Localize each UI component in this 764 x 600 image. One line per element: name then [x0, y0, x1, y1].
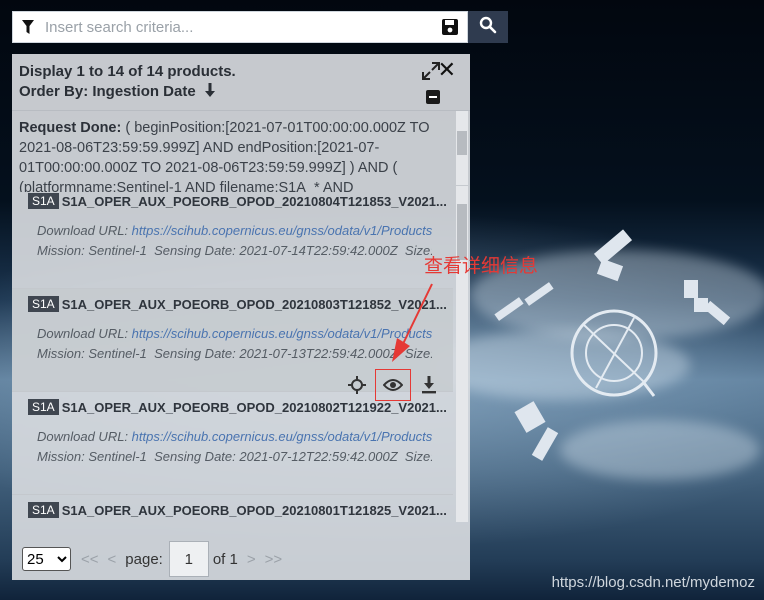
sensing-date-value: 2021-07-13T22:59:42.000Z — [239, 346, 398, 361]
panel-header: Display 1 to 14 of 14 products. Order By… — [12, 54, 470, 110]
annotation-arrow — [392, 283, 433, 362]
product-item[interactable]: S1A S1A_OPER_AUX_POEORB_OPOD_20210801T12… — [12, 495, 453, 522]
mission-badge: S1A — [28, 193, 59, 209]
search-bar — [12, 11, 510, 43]
mission-badge: S1A — [28, 296, 59, 312]
sensing-date-value: 2021-07-14T22:59:42.000Z — [239, 243, 398, 258]
request-summary: Request Done: ( beginPosition:[2021-07-0… — [12, 111, 470, 192]
minimize-icon[interactable] — [426, 90, 440, 104]
size-label: Size: 4 — [404, 449, 432, 464]
page-size-select[interactable]: 25 — [22, 547, 71, 571]
search-button[interactable] — [468, 11, 508, 43]
mission-badge: S1A — [28, 502, 59, 518]
download-url-label: Download URL: — [37, 326, 129, 341]
sensing-date-label: Sensing Date: — [154, 346, 236, 361]
page-label: page: — [125, 550, 163, 568]
mission-label: Mission: — [37, 346, 85, 361]
mission-value: Sentinel-1 — [88, 346, 147, 361]
order-by-row[interactable]: Order By: Ingestion Date — [19, 82, 463, 102]
download-url-row: Download URL: https://scihub.copernicus.… — [37, 223, 432, 238]
download-url-link[interactable]: https://scihub.copernicus.eu/gnss/odata/… — [132, 429, 432, 444]
product-item[interactable]: S1A S1A_OPER_AUX_POEORB_OPOD_20210802T12… — [12, 392, 453, 495]
search-box — [12, 11, 468, 43]
download-url-row: Download URL: https://scihub.copernicus.… — [37, 326, 432, 341]
product-item[interactable]: S1A S1A_OPER_AUX_POEORB_OPOD_20210804T12… — [12, 186, 453, 289]
download-url-row: Download URL: https://scihub.copernicus.… — [37, 429, 432, 444]
product-meta-row: Mission: Sentinel-1 Sensing Date: 2021-0… — [37, 346, 432, 361]
product-meta-row: Mission: Sentinel-1 Sensing Date: 2021-0… — [37, 243, 432, 258]
sensing-date-label: Sensing Date: — [154, 449, 236, 464]
download-url-link[interactable]: https://scihub.copernicus.eu/gnss/odata/… — [132, 223, 432, 238]
mission-badge: S1A — [28, 399, 59, 415]
product-name[interactable]: S1A_OPER_AUX_POEORB_OPOD_20210801T121825… — [62, 503, 447, 518]
page-total-label: of 1 — [212, 550, 238, 568]
mission-value: Sentinel-1 — [88, 243, 147, 258]
sensing-date-label: Sensing Date: — [154, 243, 236, 258]
order-by-text: Order By: Ingestion Date — [19, 83, 196, 100]
display-count-text: Display 1 to 14 of 14 products. — [19, 63, 236, 80]
product-name[interactable]: S1A_OPER_AUX_POEORB_OPOD_20210802T121922… — [62, 400, 447, 415]
mission-value: Sentinel-1 — [88, 449, 147, 464]
last-page-button[interactable]: >> — [265, 551, 283, 568]
search-icon — [479, 16, 497, 39]
sensing-date-value: 2021-07-12T22:59:42.000Z — [239, 449, 398, 464]
mission-label: Mission: — [37, 449, 85, 464]
first-page-button[interactable]: << — [81, 551, 99, 568]
close-icon[interactable]: ✕ — [438, 59, 456, 81]
arrow-down-icon — [200, 83, 216, 100]
download-url-label: Download URL: — [37, 223, 129, 238]
mission-label: Mission: — [37, 243, 85, 258]
pagination: 25 << < page: 1 of 1 > >> — [22, 541, 282, 577]
annotation-text: 查看详细信息 — [424, 256, 539, 277]
page-number-input[interactable]: 1 — [168, 541, 209, 577]
filter-icon[interactable] — [13, 19, 43, 35]
list-scrollbar[interactable] — [456, 186, 468, 522]
prev-page-button[interactable]: < — [108, 551, 117, 568]
next-page-button[interactable]: > — [247, 551, 256, 568]
request-label: Request Done: — [19, 120, 122, 136]
panel-controls: ✕ — [422, 59, 456, 106]
product-meta-row: Mission: Sentinel-1 Sensing Date: 2021-0… — [37, 449, 432, 464]
download-url-label: Download URL: — [37, 429, 129, 444]
watermark-text: https://blog.csdn.net/mydemoz — [551, 574, 755, 591]
request-scrollbar[interactable] — [456, 111, 468, 185]
search-input[interactable] — [43, 17, 433, 37]
eye-icon — [383, 379, 403, 391]
save-icon[interactable] — [433, 19, 467, 35]
product-name[interactable]: S1A_OPER_AUX_POEORB_OPOD_20210804T121853… — [62, 194, 447, 209]
